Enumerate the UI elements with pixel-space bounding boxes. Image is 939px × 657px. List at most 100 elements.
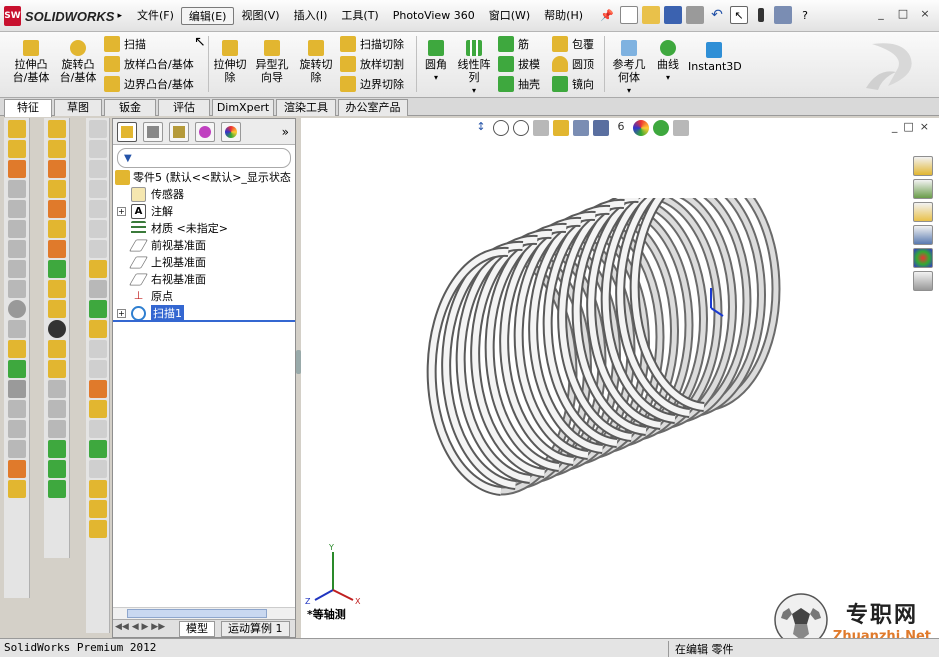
- tool-icon[interactable]: [7, 220, 26, 238]
- tool-icon[interactable]: [47, 160, 66, 178]
- tool-icon[interactable]: [88, 160, 107, 178]
- linear-pattern-dropdown-icon[interactable]: ▾: [455, 84, 493, 97]
- tool-icon[interactable]: [7, 340, 26, 358]
- tool-icon[interactable]: [7, 200, 26, 218]
- tool-icon[interactable]: [47, 380, 66, 398]
- expand-panel-icon[interactable]: »: [282, 125, 289, 139]
- menu-insert[interactable]: 插入(I): [287, 7, 335, 25]
- print-icon[interactable]: [686, 6, 704, 24]
- tab-render-tools[interactable]: 渲染工具: [276, 99, 336, 116]
- undo-icon[interactable]: ↶: [708, 6, 726, 24]
- curves-button[interactable]: 曲线 ▾: [652, 40, 684, 84]
- tool-icon[interactable]: [47, 260, 66, 278]
- zoom-to-fit-icon[interactable]: ↕: [473, 120, 489, 136]
- tree-item-material[interactable]: 材质 <未指定>: [113, 220, 295, 237]
- tool-icon[interactable]: [47, 220, 66, 238]
- tab-scroll-arrows-icon[interactable]: ◀◀ ◀ ▶ ▶▶: [115, 622, 165, 632]
- tool-icon[interactable]: [88, 260, 107, 278]
- curves-dropdown-icon[interactable]: ▾: [652, 71, 684, 84]
- minimize-button[interactable]: _: [873, 6, 889, 22]
- tool-icon[interactable]: [7, 400, 26, 418]
- view-palette-icon[interactable]: [913, 225, 933, 245]
- save-icon[interactable]: [664, 6, 682, 24]
- menu-photoview[interactable]: PhotoView 360: [386, 7, 482, 25]
- display-style-icon[interactable]: [593, 120, 609, 136]
- shell-button[interactable]: 抽壳: [498, 74, 540, 94]
- horizontal-scrollbar[interactable]: [113, 607, 295, 619]
- tool-icon[interactable]: [7, 480, 26, 498]
- tool-icon[interactable]: [7, 380, 26, 398]
- menu-file[interactable]: 文件(F): [130, 7, 181, 25]
- reference-geometry-button[interactable]: 参考几 何体 ▾: [608, 40, 650, 97]
- appearances-icon[interactable]: [913, 248, 933, 268]
- tool-icon[interactable]: [88, 400, 107, 418]
- tree-item-sensors[interactable]: 传感器: [113, 186, 295, 203]
- menu-edit[interactable]: 编辑(E): [180, 7, 235, 25]
- feature-tree-tab-icon[interactable]: [117, 121, 137, 142]
- rib-button[interactable]: 筋: [498, 34, 529, 54]
- linear-pattern-button[interactable]: 线性阵 列 ▾: [455, 40, 493, 97]
- instant3d-button[interactable]: Instant3D: [688, 42, 742, 73]
- hide-show-items-icon[interactable]: 6: [613, 120, 629, 136]
- tab-evaluate[interactable]: 评估: [158, 99, 210, 116]
- tool-icon[interactable]: [7, 260, 26, 278]
- tool-icon[interactable]: [88, 200, 107, 218]
- tool-icon[interactable]: [88, 240, 107, 258]
- mirror-button[interactable]: 镜向: [552, 74, 594, 94]
- tool-icon[interactable]: [88, 360, 107, 378]
- tab-office-products[interactable]: 办公室产品: [338, 99, 408, 116]
- dimxpert-tab-icon[interactable]: [195, 121, 215, 142]
- tool-icon[interactable]: [7, 460, 26, 478]
- open-folder-icon[interactable]: [642, 6, 660, 24]
- extrude-boss-button[interactable]: 拉伸凸 台/基体: [10, 40, 52, 84]
- fillet-button[interactable]: 圆角 ▾: [420, 40, 452, 84]
- tool-icon[interactable]: [47, 340, 66, 358]
- revolve-boss-button[interactable]: 旋转凸 台/基体: [57, 40, 99, 84]
- viewport-minimize-button[interactable]: _: [892, 120, 898, 133]
- tool-icon[interactable]: [47, 180, 66, 198]
- view-orientation-icon[interactable]: [573, 120, 589, 136]
- tab-sheet-metal[interactable]: 钣金: [104, 99, 156, 116]
- zoom-area-icon[interactable]: [493, 120, 509, 136]
- tool-icon[interactable]: [47, 420, 66, 438]
- tool-icon[interactable]: [47, 120, 66, 138]
- tool-icon[interactable]: [88, 280, 107, 298]
- tool-icon[interactable]: [47, 140, 66, 158]
- custom-properties-icon[interactable]: [913, 271, 933, 291]
- display-manager-tab-icon[interactable]: [221, 121, 241, 142]
- boundary-boss-button[interactable]: 边界凸台/基体: [104, 74, 194, 94]
- expand-icon[interactable]: +: [117, 207, 126, 216]
- scroll-thumb[interactable]: [127, 609, 267, 618]
- restore-button[interactable]: □: [895, 6, 911, 22]
- tool-icon[interactable]: [88, 340, 107, 358]
- edit-appearance-icon[interactable]: [633, 120, 649, 136]
- tool-icon[interactable]: [88, 120, 107, 138]
- loft-boss-button[interactable]: 放样凸台/基体: [104, 54, 194, 74]
- tool-icon[interactable]: [7, 120, 26, 138]
- section-view-icon[interactable]: [533, 120, 549, 136]
- rollback-bar[interactable]: [113, 320, 295, 322]
- configuration-manager-tab-icon[interactable]: [169, 121, 189, 142]
- tool-icon[interactable]: [7, 140, 26, 158]
- graphics-area[interactable]: ↕ 6 _ □ × Y Z X *等轴测: [301, 118, 939, 638]
- tree-item-origin[interactable]: ⊥ 原点: [113, 288, 295, 305]
- tool-icon[interactable]: [47, 460, 66, 478]
- loft-cut-button[interactable]: 放样切割: [340, 54, 404, 74]
- tool-icon[interactable]: [88, 220, 107, 238]
- sweep-button[interactable]: 扫描: [104, 34, 146, 54]
- select-cursor-icon[interactable]: ↖: [730, 6, 748, 24]
- fillet-dropdown-icon[interactable]: ▾: [420, 71, 452, 84]
- options-icon[interactable]: [774, 6, 792, 24]
- tool-icon[interactable]: [7, 180, 26, 198]
- solidworks-logo[interactable]: SW SOLIDWORKS ▸: [4, 5, 122, 27]
- tool-icon[interactable]: [47, 280, 66, 298]
- tool-icon[interactable]: [88, 140, 107, 158]
- tool-icon[interactable]: [47, 200, 66, 218]
- tool-icon[interactable]: [88, 420, 107, 438]
- dynamic-annotation-icon[interactable]: [553, 120, 569, 136]
- design-library-icon[interactable]: [913, 179, 933, 199]
- tree-item-front-plane[interactable]: 前视基准面: [113, 237, 295, 254]
- tool-icon[interactable]: [88, 440, 107, 458]
- viewport-close-button[interactable]: ×: [920, 120, 929, 133]
- tool-icon[interactable]: [88, 520, 107, 538]
